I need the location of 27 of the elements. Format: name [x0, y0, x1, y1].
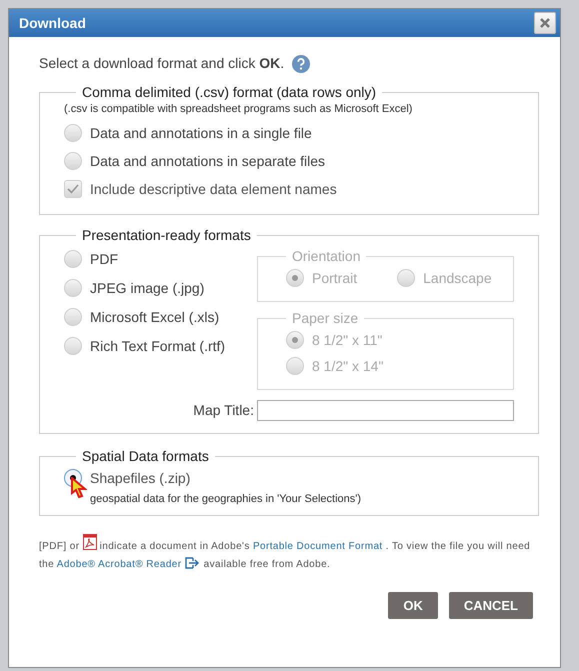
group-legend: Presentation-ready formats: [76, 224, 257, 246]
option-label: Portrait: [312, 268, 358, 286]
option-label: JPEG image (.jpg): [90, 278, 204, 296]
option-label: Data and annotations in separate files: [90, 152, 326, 170]
option-label: Data and annotations in a single file: [90, 124, 312, 142]
option-label: 8 1/2" x 14": [312, 356, 384, 374]
group-legend: Orientation: [286, 246, 366, 266]
option-label: Include descriptive data element names: [90, 180, 337, 198]
footer-note: [PDF] or indicate a document in Adobe's Portable Document Format . To view the file you will need the Adobe® Acrobat® Reader available free from Adobe.: [39, 538, 539, 574]
instruction-text: Select a download format and click OK.: [39, 54, 284, 73]
option-label: PDF: [90, 250, 118, 268]
dialog-button[interactable]: OK: [388, 592, 438, 619]
option-label: Microsoft Excel (.xls): [90, 308, 220, 326]
group-legend: Paper size: [286, 308, 364, 328]
option-label: Shapefiles (.zip): [90, 468, 190, 486]
dialog-button[interactable]: CANCEL: [448, 592, 533, 619]
link[interactable]: Portable Document Format: [252, 541, 386, 552]
link[interactable]: Adobe® Acrobat® Reader: [56, 559, 185, 570]
group-legend: Comma delimited (.csv) format (data rows only): [76, 82, 382, 103]
map-title-label: Map Title:: [193, 400, 254, 420]
option-label: Rich Text Format (.rtf): [90, 336, 226, 354]
option-description: geospatial data for the geographies in 'Your Selections'): [89, 492, 362, 506]
csv-note: (.csv is compatible with spreadsheet programs such as Microsoft Excel): [64, 102, 414, 117]
group-legend: Spatial Data formats: [76, 446, 215, 466]
option-label: Landscape: [423, 268, 492, 286]
option-label: 8 1/2" x 11": [312, 330, 382, 348]
window-title: Download: [19, 14, 86, 32]
